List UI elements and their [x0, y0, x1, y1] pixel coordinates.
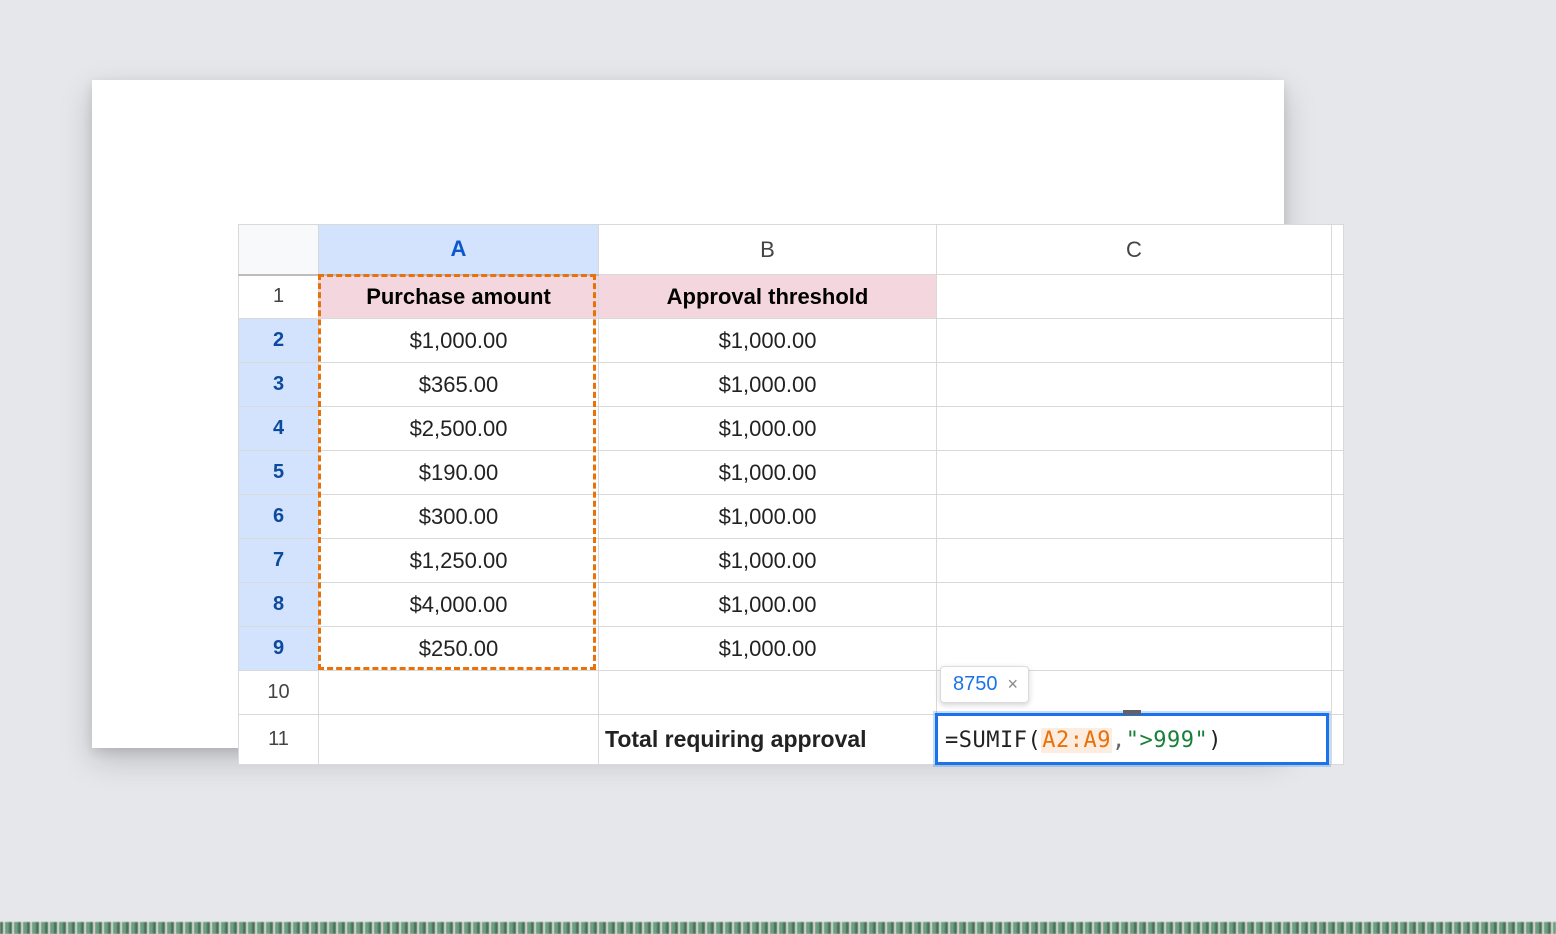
cell-c3[interactable] — [937, 363, 1332, 407]
row-header-4[interactable]: 4 — [239, 407, 319, 451]
cell-d5[interactable] — [1332, 451, 1344, 495]
cell-d3[interactable] — [1332, 363, 1344, 407]
close-icon[interactable]: × — [1008, 674, 1019, 695]
row-header-6[interactable]: 6 — [239, 495, 319, 539]
row-header-10[interactable]: 10 — [239, 671, 319, 715]
cell-d2[interactable] — [1332, 319, 1344, 363]
row-header-11[interactable]: 11 — [239, 715, 319, 765]
cell-b8[interactable]: $1,000.00 — [599, 583, 937, 627]
formula-result-tooltip: 8750 × — [940, 666, 1029, 703]
cell-a10[interactable] — [319, 671, 599, 715]
cell-a7[interactable]: $1,250.00 — [319, 539, 599, 583]
formula-close-paren: ) — [1208, 728, 1222, 753]
cell-d7[interactable] — [1332, 539, 1344, 583]
cell-d6[interactable] — [1332, 495, 1344, 539]
screenshot-card: A B C 1 Purchase amount Approval thresho… — [92, 80, 1284, 748]
column-header-c[interactable]: C — [937, 225, 1332, 275]
cell-b9[interactable]: $1,000.00 — [599, 627, 937, 671]
row-header-5[interactable]: 5 — [239, 451, 319, 495]
cell-c1[interactable] — [937, 275, 1332, 319]
row-header-7[interactable]: 7 — [239, 539, 319, 583]
footer-decoration — [0, 922, 1556, 934]
cell-a9[interactable]: $250.00 — [319, 627, 599, 671]
row-header-1[interactable]: 1 — [239, 275, 319, 319]
cell-d10[interactable] — [1332, 671, 1344, 715]
cell-b1[interactable]: Approval threshold — [599, 275, 937, 319]
cell-a4[interactable]: $2,500.00 — [319, 407, 599, 451]
cell-b4[interactable]: $1,000.00 — [599, 407, 937, 451]
cell-b10[interactable] — [599, 671, 937, 715]
cell-c4[interactable] — [937, 407, 1332, 451]
column-header-a[interactable]: A — [319, 225, 599, 275]
row-header-3[interactable]: 3 — [239, 363, 319, 407]
cell-c11[interactable]: =SUMIF(A2:A9,">999") — [937, 715, 1332, 765]
cell-c9[interactable] — [937, 627, 1332, 671]
cell-a2[interactable]: $1,000.00 — [319, 319, 599, 363]
cell-c7[interactable] — [937, 539, 1332, 583]
cell-c5[interactable] — [937, 451, 1332, 495]
formula-open-paren: ( — [1027, 728, 1041, 753]
grid[interactable]: A B C 1 Purchase amount Approval thresho… — [238, 224, 1344, 765]
cell-b7[interactable]: $1,000.00 — [599, 539, 937, 583]
cell-b5[interactable]: $1,000.00 — [599, 451, 937, 495]
cell-a6[interactable]: $300.00 — [319, 495, 599, 539]
formula-fn: SUMIF — [959, 728, 1028, 753]
row-header-2[interactable]: 2 — [239, 319, 319, 363]
cell-d4[interactable] — [1332, 407, 1344, 451]
cell-a1[interactable]: Purchase amount — [319, 275, 599, 319]
formula-comma: , — [1112, 728, 1126, 753]
row-header-9[interactable]: 9 — [239, 627, 319, 671]
cell-d8[interactable] — [1332, 583, 1344, 627]
formula-eq: = — [945, 728, 959, 753]
cell-a11[interactable] — [319, 715, 599, 765]
formula-string: ">999" — [1126, 728, 1208, 753]
cell-d11[interactable] — [1332, 715, 1344, 765]
cell-d9[interactable] — [1332, 627, 1344, 671]
formula-range: A2:A9 — [1041, 728, 1112, 753]
cell-b3[interactable]: $1,000.00 — [599, 363, 937, 407]
cell-a3[interactable]: $365.00 — [319, 363, 599, 407]
cell-a5[interactable]: $190.00 — [319, 451, 599, 495]
cell-a8[interactable]: $4,000.00 — [319, 583, 599, 627]
formula-result-value: 8750 — [953, 673, 998, 696]
column-header-d[interactable] — [1332, 225, 1344, 275]
cell-b11[interactable]: Total requiring approval — [599, 715, 937, 765]
spreadsheet[interactable]: A B C 1 Purchase amount Approval thresho… — [238, 224, 1344, 765]
cell-c2[interactable] — [937, 319, 1332, 363]
row-header-8[interactable]: 8 — [239, 583, 319, 627]
cell-b2[interactable]: $1,000.00 — [599, 319, 937, 363]
cell-c6[interactable] — [937, 495, 1332, 539]
cell-b6[interactable]: $1,000.00 — [599, 495, 937, 539]
formula-text: =SUMIF(A2:A9,">999") — [945, 728, 1222, 753]
column-header-b[interactable]: B — [599, 225, 937, 275]
select-all-corner[interactable] — [239, 225, 319, 275]
cell-d1[interactable] — [1332, 275, 1344, 319]
cell-c8[interactable] — [937, 583, 1332, 627]
